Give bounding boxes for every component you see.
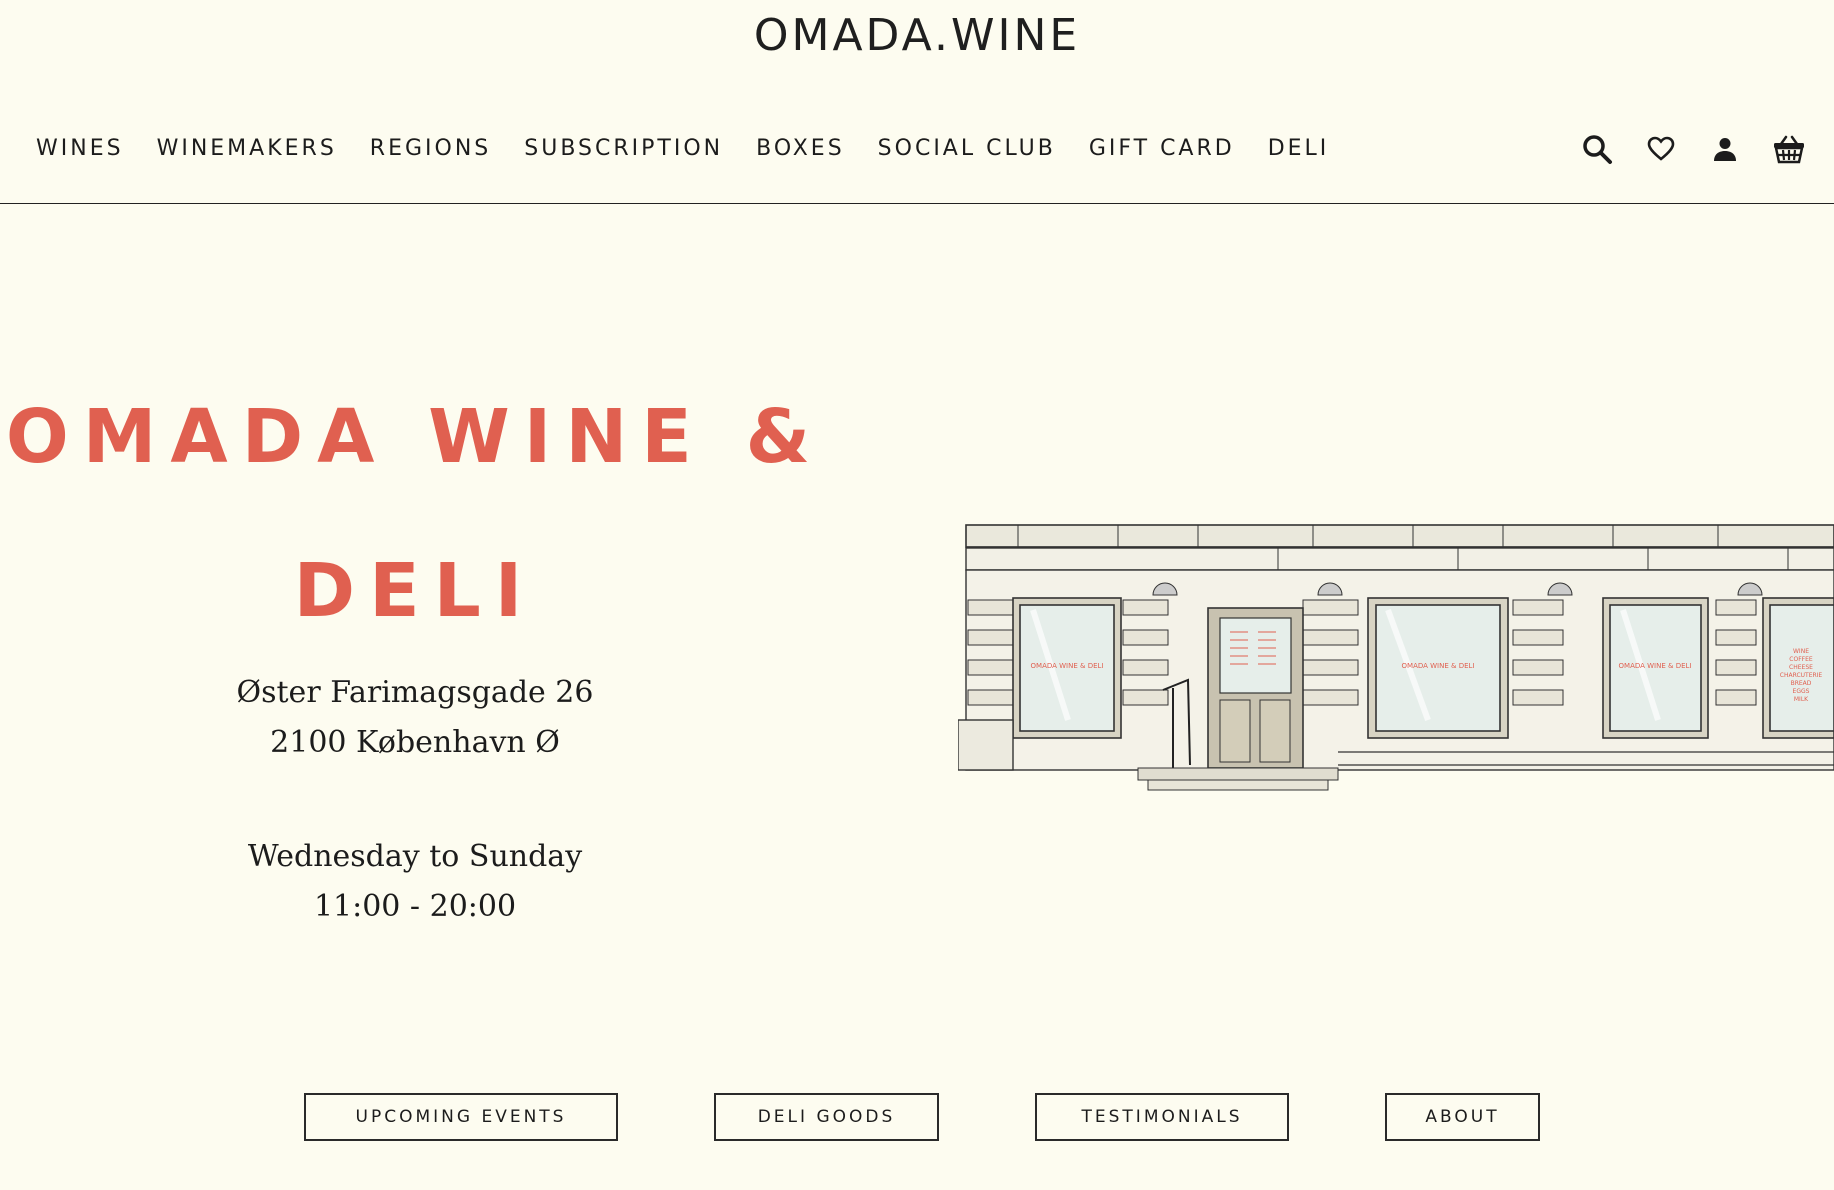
header-icons	[1580, 132, 1806, 166]
about-button[interactable]: ABOUT	[1385, 1093, 1540, 1141]
window-list-item: CHEESE	[1789, 664, 1813, 671]
hours-time: 11:00 - 20:00	[313, 889, 517, 924]
nav-wines[interactable]: WINES	[36, 136, 124, 161]
nav-subscription[interactable]: SUBSCRIPTION	[524, 136, 723, 161]
site-logo[interactable]: OMADA.WINE	[0, 10, 1834, 61]
window-list-item: EGGS	[1793, 688, 1810, 695]
nav-deli[interactable]: DELI	[1268, 136, 1330, 161]
address-city: 2100 København Ø	[270, 725, 560, 760]
search-icon[interactable]	[1580, 132, 1614, 166]
user-icon[interactable]	[1708, 132, 1742, 166]
storefront-illustration: OMADA WINE & DELI OMADA WINE & DELI OMAD…	[958, 524, 1834, 791]
window-list-item: WINE	[1793, 648, 1809, 655]
window-sign-2: OMADA WINE & DELI	[1402, 662, 1475, 670]
heart-icon[interactable]	[1644, 132, 1678, 166]
window-list-item: MILK	[1794, 696, 1809, 703]
nav-winemakers[interactable]: WINEMAKERS	[157, 136, 337, 161]
nav-boxes[interactable]: BOXES	[756, 136, 845, 161]
nav-social-club[interactable]: SOCIAL CLUB	[878, 136, 1056, 161]
page-title: OMADA WINE & DELI	[0, 360, 830, 668]
basket-icon[interactable]	[1772, 132, 1806, 166]
deli-goods-button[interactable]: DELI GOODS	[714, 1093, 939, 1141]
testimonials-button[interactable]: TESTIMONIALS	[1035, 1093, 1289, 1141]
hours-days: Wednesday to Sunday	[247, 839, 583, 874]
window-sign-3: OMADA WINE & DELI	[1619, 662, 1692, 670]
nav-regions[interactable]: REGIONS	[370, 136, 491, 161]
hours-block: Wednesday to Sunday 11:00 - 20:00	[200, 832, 630, 932]
window-list-item: COFFEE	[1789, 656, 1813, 663]
window-sign-1: OMADA WINE & DELI	[1031, 662, 1104, 670]
window-list-item: BREAD	[1791, 680, 1812, 687]
address-block: Øster Farimagsgade 26 2100 København Ø	[200, 668, 630, 768]
window-list-item: CHARCUTERIE	[1780, 672, 1823, 679]
title-line-2: DELI	[293, 548, 537, 634]
main-nav: WINES WINEMAKERS REGIONS SUBSCRIPTION BO…	[36, 136, 1362, 161]
header-divider	[0, 203, 1834, 204]
upcoming-events-button[interactable]: UPCOMING EVENTS	[304, 1093, 618, 1141]
nav-gift-card[interactable]: GIFT CARD	[1089, 136, 1235, 161]
title-line-1: OMADA WINE &	[5, 394, 825, 480]
address-street: Øster Farimagsgade 26	[236, 675, 594, 710]
